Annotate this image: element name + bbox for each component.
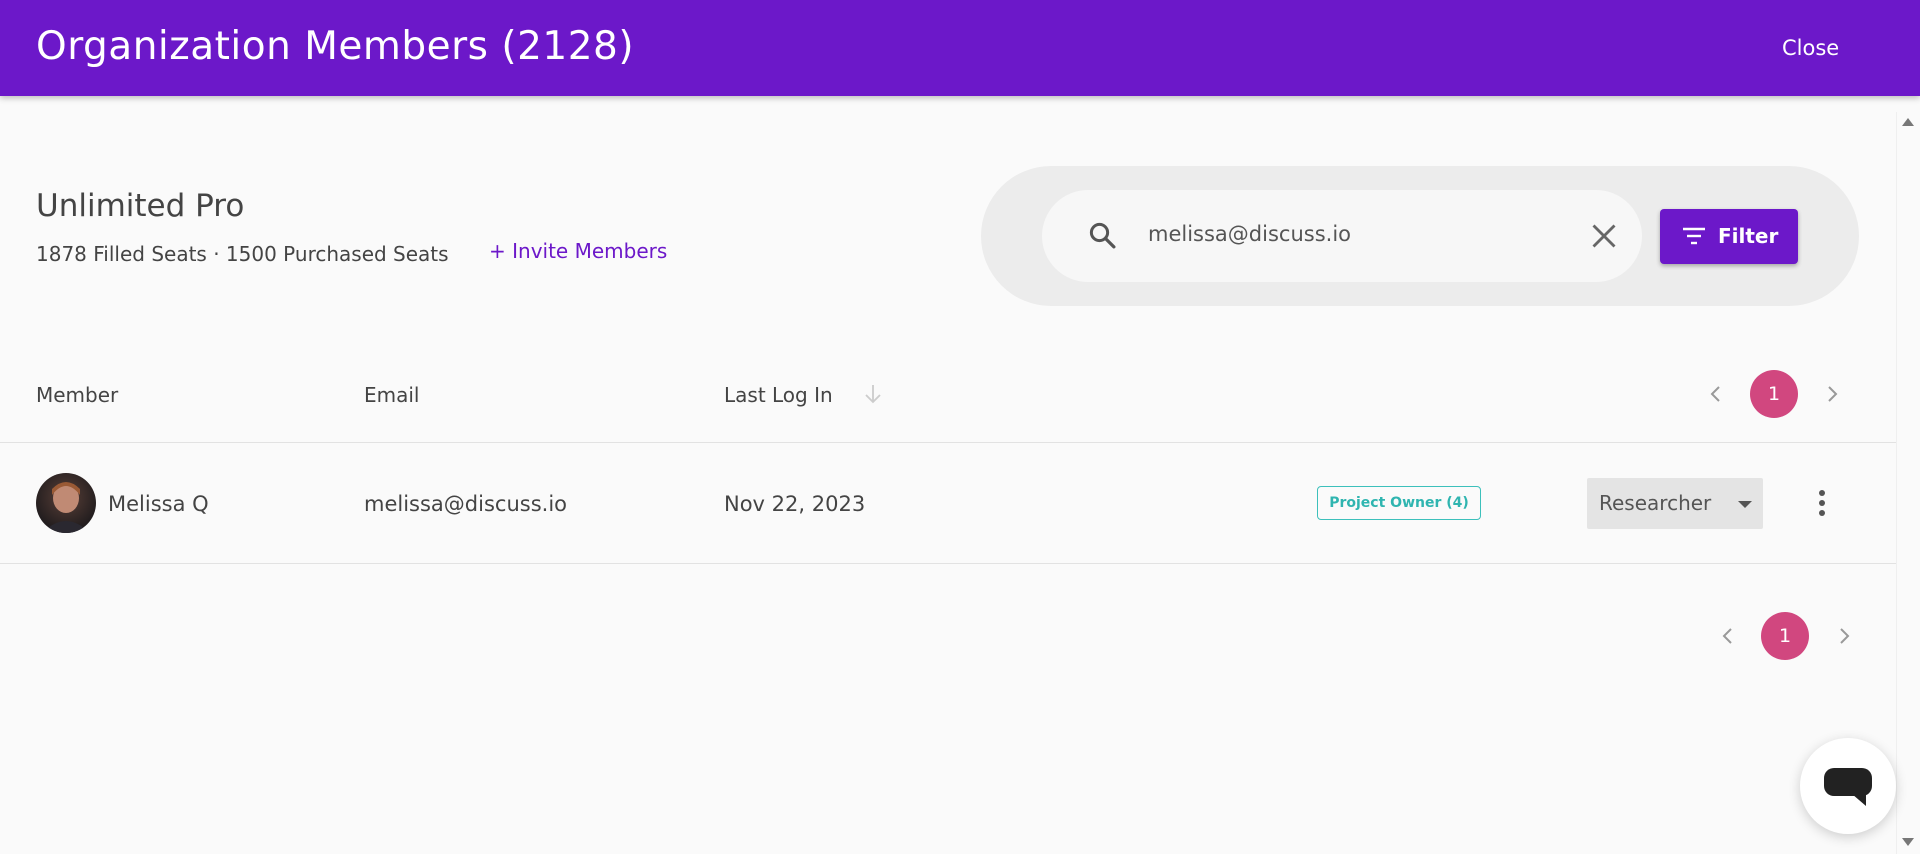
member-email: melissa@discuss.io [364, 492, 567, 516]
page-title: Organization Members (2128) [36, 24, 635, 69]
role-select-value: Researcher [1599, 491, 1712, 515]
chevron-left-icon[interactable] [1706, 384, 1726, 404]
table-divider [0, 563, 1896, 564]
invite-members-link[interactable]: + Invite Members [489, 239, 667, 263]
close-button[interactable]: Close [1782, 36, 1839, 60]
column-header-last-log-in[interactable]: Last Log In [724, 383, 833, 407]
filter-label: Filter [1718, 224, 1779, 248]
table-divider [0, 442, 1896, 443]
column-header-email: Email [364, 383, 420, 407]
member-name: Melissa Q [108, 492, 209, 516]
scroll-down-arrow-icon[interactable] [1902, 838, 1914, 846]
scrollbar[interactable] [1896, 112, 1920, 854]
arrow-down-icon[interactable] [863, 383, 883, 405]
more-vertical-icon[interactable] [1808, 488, 1836, 520]
caret-down-icon [1738, 501, 1752, 508]
chevron-right-icon[interactable] [1822, 384, 1842, 404]
chat-bubble-icon [1824, 768, 1872, 806]
filter-button[interactable]: Filter [1660, 209, 1798, 264]
chevron-right-icon[interactable] [1834, 626, 1854, 646]
chat-launcher-button[interactable] [1800, 738, 1896, 834]
page-number-button[interactable]: 1 [1761, 612, 1809, 660]
filter-list-icon [1683, 227, 1705, 245]
project-owner-badge: Project Owner (4) [1317, 486, 1481, 520]
column-header-member: Member [36, 383, 119, 407]
chevron-left-icon[interactable] [1718, 626, 1738, 646]
last-login-date: Nov 22, 2023 [724, 492, 866, 516]
page-number-button[interactable]: 1 [1750, 370, 1798, 418]
plan-name: Unlimited Pro [36, 188, 245, 224]
seats-summary: 1878 Filled Seats · 1500 Purchased Seats [36, 242, 449, 266]
modal-header: Organization Members (2128) Close [0, 0, 1920, 96]
scroll-up-arrow-icon[interactable] [1902, 118, 1914, 126]
avatar [36, 473, 96, 533]
close-icon[interactable] [1590, 222, 1618, 250]
search-input-value[interactable]: melissa@discuss.io [1148, 222, 1351, 246]
role-select[interactable]: Researcher [1587, 478, 1763, 529]
search-icon [1089, 222, 1116, 249]
